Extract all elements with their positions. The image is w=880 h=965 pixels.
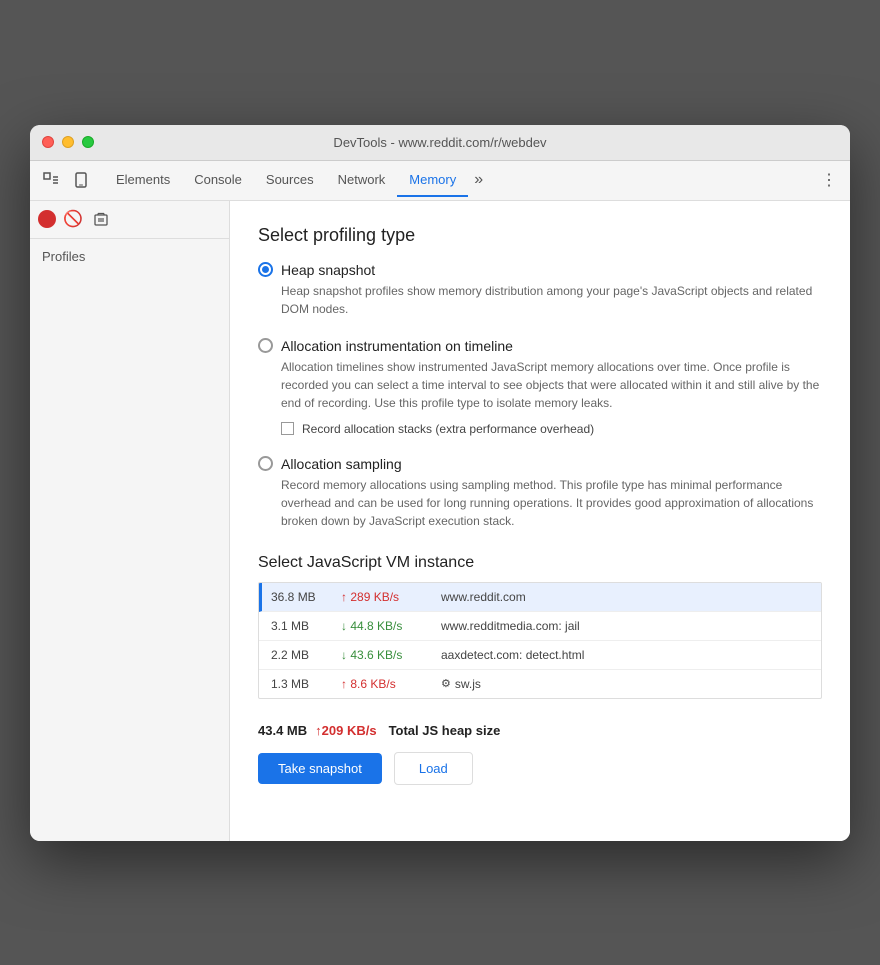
sidebar: 🚫 Profiles <box>30 201 230 841</box>
arrow-up-0: ↑ <box>341 590 347 604</box>
total-size: 43.4 MB <box>258 723 307 738</box>
nav-toolbar: Elements Console Sources Network Memory … <box>30 161 850 201</box>
total-speed: ↑209 KB/s <box>315 723 376 738</box>
label-allocation-sampling[interactable]: Allocation sampling <box>281 456 402 472</box>
tab-memory[interactable]: Memory <box>397 164 468 197</box>
action-row: Take snapshot Load <box>258 752 822 785</box>
checkbox-row-stacks: Record allocation stacks (extra performa… <box>281 422 822 436</box>
traffic-lights <box>42 136 94 148</box>
footer-stats: 43.4 MB ↑209 KB/s Total JS heap size <box>258 715 822 752</box>
delete-button[interactable] <box>90 208 112 230</box>
checkbox-allocation-stacks[interactable] <box>281 422 294 435</box>
clear-button[interactable]: 🚫 <box>62 208 84 230</box>
desc-allocation-sampling: Record memory allocations using sampling… <box>281 476 822 530</box>
sidebar-toolbar: 🚫 <box>30 201 229 239</box>
vm-name-3: ⚙ sw.js <box>441 677 809 691</box>
option-allocation-instrumentation: Allocation instrumentation on timeline A… <box>258 338 822 436</box>
titlebar: DevTools - www.reddit.com/r/webdev <box>30 125 850 161</box>
arrow-up-3: ↑ <box>341 677 347 691</box>
vm-row-0[interactable]: 36.8 MB ↑ 289 KB/s www.reddit.com <box>259 583 821 612</box>
window-title: DevTools - www.reddit.com/r/webdev <box>333 135 546 150</box>
devtools-window: DevTools - www.reddit.com/r/webdev Ele <box>30 125 850 841</box>
vm-name-0: www.reddit.com <box>441 590 809 604</box>
radio-heap-snapshot[interactable] <box>258 262 273 277</box>
total-label: Total JS heap size <box>389 723 501 738</box>
arrow-down-2: ↓ <box>341 648 347 662</box>
option-sampling-header: Allocation sampling <box>258 456 822 472</box>
main-panel: Select profiling type Heap snapshot Heap… <box>230 201 850 841</box>
record-button[interactable] <box>38 210 56 228</box>
minimize-button[interactable] <box>62 136 74 148</box>
tab-elements[interactable]: Elements <box>104 164 182 197</box>
vm-name-2: aaxdetect.com: detect.html <box>441 648 809 662</box>
close-button[interactable] <box>42 136 54 148</box>
inspect-icon[interactable] <box>38 167 64 193</box>
toolbar-icons <box>38 167 94 193</box>
take-snapshot-button[interactable]: Take snapshot <box>258 753 382 784</box>
vm-section-title: Select JavaScript VM instance <box>258 554 822 572</box>
mobile-icon[interactable] <box>68 167 94 193</box>
vm-size-3: 1.3 MB <box>271 677 341 691</box>
radio-allocation-sampling[interactable] <box>258 456 273 471</box>
tab-sources[interactable]: Sources <box>254 164 326 197</box>
checkbox-stacks-label: Record allocation stacks (extra performa… <box>302 422 594 436</box>
profiling-type-title: Select profiling type <box>258 225 822 246</box>
label-allocation-instrumentation[interactable]: Allocation instrumentation on timeline <box>281 338 513 354</box>
desc-allocation-instrumentation: Allocation timelines show instrumented J… <box>281 358 822 412</box>
option-heap-snapshot: Heap snapshot Heap snapshot profiles sho… <box>258 262 822 318</box>
vm-row-1[interactable]: 3.1 MB ↓ 44.8 KB/s www.redditmedia.com: … <box>259 612 821 641</box>
nav-tabs: Elements Console Sources Network Memory … <box>104 164 814 197</box>
option-alloc-header: Allocation instrumentation on timeline <box>258 338 822 354</box>
radio-allocation-instrumentation[interactable] <box>258 338 273 353</box>
vm-size-1: 3.1 MB <box>271 619 341 633</box>
label-heap-snapshot[interactable]: Heap snapshot <box>281 262 375 278</box>
more-tabs-button[interactable]: » <box>468 171 489 189</box>
tab-console[interactable]: Console <box>182 164 254 197</box>
desc-heap-snapshot: Heap snapshot profiles show memory distr… <box>281 282 822 318</box>
load-button[interactable]: Load <box>394 752 473 785</box>
vm-row-3[interactable]: 1.3 MB ↑ 8.6 KB/s ⚙ sw.js <box>259 670 821 698</box>
maximize-button[interactable] <box>82 136 94 148</box>
content-area: 🚫 Profiles Select profiling type <box>30 201 850 841</box>
vm-speed-0: ↑ 289 KB/s <box>341 590 441 604</box>
vm-speed-3: ↑ 8.6 KB/s <box>341 677 441 691</box>
vm-row-2[interactable]: 2.2 MB ↓ 43.6 KB/s aaxdetect.com: detect… <box>259 641 821 670</box>
gear-icon: ⚙ <box>441 677 451 690</box>
option-heap-header: Heap snapshot <box>258 262 822 278</box>
devtools-menu-button[interactable]: ⋮ <box>816 167 842 193</box>
profiles-label: Profiles <box>30 239 229 268</box>
vm-name-1: www.redditmedia.com: jail <box>441 619 809 633</box>
vm-size-2: 2.2 MB <box>271 648 341 662</box>
vm-size-0: 36.8 MB <box>271 590 341 604</box>
vm-speed-1: ↓ 44.8 KB/s <box>341 619 441 633</box>
tab-network[interactable]: Network <box>326 164 398 197</box>
option-allocation-sampling: Allocation sampling Record memory alloca… <box>258 456 822 530</box>
profiling-options: Heap snapshot Heap snapshot profiles sho… <box>258 262 822 530</box>
arrow-down-1: ↓ <box>341 619 347 633</box>
vm-speed-2: ↓ 43.6 KB/s <box>341 648 441 662</box>
vm-table: 36.8 MB ↑ 289 KB/s www.reddit.com 3.1 MB… <box>258 582 822 699</box>
